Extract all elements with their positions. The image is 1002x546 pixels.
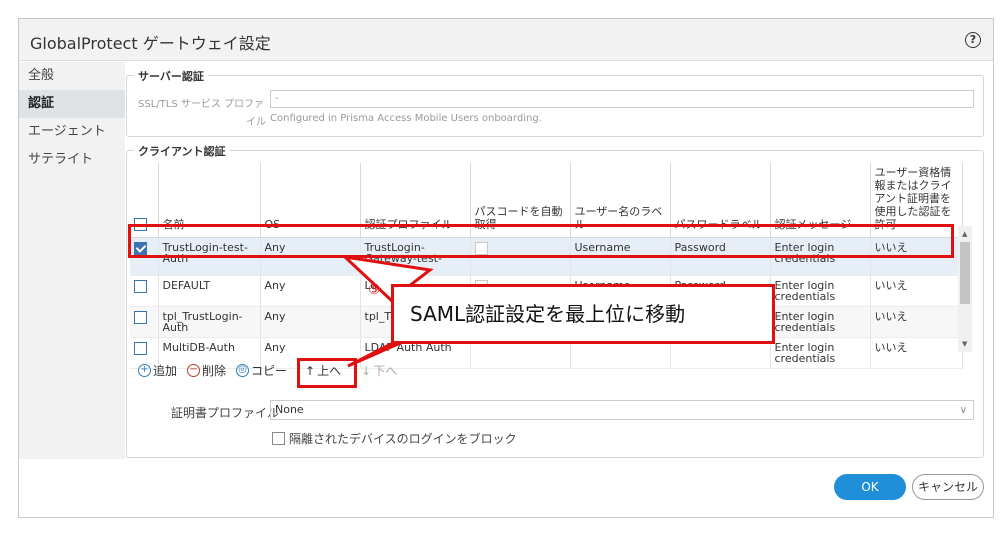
- block-quarantined-label: 隔離されたデバイスのログインをブロック: [289, 432, 517, 446]
- row-checkbox-cell[interactable]: [130, 275, 159, 307]
- add-label: 追加: [153, 364, 178, 378]
- row-message: Enter login credentials: [770, 275, 871, 307]
- ssl-profile-note: Configured in Prisma Access Mobile Users…: [270, 113, 542, 124]
- row-checkbox[interactable]: [134, 280, 147, 293]
- arrow-down-icon: ↓: [361, 363, 372, 378]
- row-checkbox[interactable]: [134, 342, 147, 355]
- highlight-up-button: [297, 358, 357, 388]
- row-name[interactable]: tpl_TrustLogin-Auth: [158, 306, 261, 338]
- callout-number: ⑤: [368, 282, 381, 298]
- row-os: Any: [260, 275, 361, 307]
- block-quarantined-checkbox[interactable]: [272, 432, 285, 445]
- delete-label: 削除: [202, 364, 227, 378]
- row-name[interactable]: DEFAULT: [158, 275, 261, 307]
- minus-circle-icon: −: [187, 364, 201, 377]
- copy-label: コピー: [251, 364, 288, 378]
- add-button[interactable]: + 追加: [138, 362, 177, 379]
- sidebar-item-authentication[interactable]: 認証: [19, 90, 125, 118]
- table-toolbar: + 追加 − 削除 ◎ コピー ↑ 上へ ↓ 下へ: [138, 362, 403, 379]
- ok-button[interactable]: OK: [834, 474, 906, 500]
- dialog-title: GlobalProtect ゲートウェイ設定: [30, 34, 271, 53]
- help-icon[interactable]: ?: [965, 32, 981, 48]
- ssl-profile-label-2: イル: [246, 117, 266, 128]
- client-auth-legend: クライアント認証: [134, 143, 230, 159]
- cert-profile-value: None: [275, 403, 304, 416]
- row-message: Enter login credentials: [770, 306, 871, 338]
- row-allow: いいえ: [870, 275, 963, 307]
- chevron-down-icon: ∨: [959, 405, 967, 416]
- server-auth-legend: サーバー認証: [134, 68, 208, 84]
- dialog-titlebar: GlobalProtect ゲートウェイ設定 ?: [19, 19, 993, 61]
- scroll-down-icon[interactable]: ▼: [962, 340, 967, 348]
- ssl-profile-label: SSL/TLS サービス プロファ: [138, 99, 265, 110]
- move-down-button[interactable]: ↓ 下へ: [361, 362, 397, 379]
- row-message: Enter login credentials: [770, 337, 871, 369]
- sidebar: 全般 認証 エージェント サテライト: [19, 62, 125, 459]
- plus-circle-icon: +: [138, 364, 151, 377]
- delete-button[interactable]: − 削除: [187, 362, 226, 379]
- row-allow: いいえ: [870, 337, 963, 369]
- block-quarantined-row[interactable]: 隔離されたデバイスのログインをブロック: [272, 430, 517, 447]
- sidebar-item-satellite[interactable]: サテライト: [19, 146, 125, 174]
- scroll-up-icon[interactable]: ▲: [962, 230, 967, 238]
- copy-icon: ◎: [236, 364, 250, 377]
- row-allow: いいえ: [870, 306, 963, 338]
- copy-button[interactable]: ◎ コピー: [236, 362, 287, 379]
- cancel-button[interactable]: キャンセル: [912, 474, 984, 500]
- sidebar-item-agent[interactable]: エージェント: [19, 118, 125, 146]
- cert-profile-label: 証明書プロファイル: [171, 406, 280, 420]
- row-checkbox-cell[interactable]: [130, 306, 159, 338]
- sidebar-item-general[interactable]: 全般: [19, 62, 125, 90]
- callout-box: SAML認証設定を最上位に移動: [391, 284, 775, 344]
- cert-profile-select[interactable]: None ∨: [270, 400, 974, 420]
- ssl-profile-input: -: [270, 90, 974, 108]
- highlight-first-row: [128, 224, 954, 258]
- scrollbar-thumb[interactable]: [960, 242, 970, 304]
- move-down-label: 下へ: [373, 364, 398, 378]
- row-checkbox[interactable]: [134, 311, 147, 324]
- row-os: Any: [260, 306, 361, 338]
